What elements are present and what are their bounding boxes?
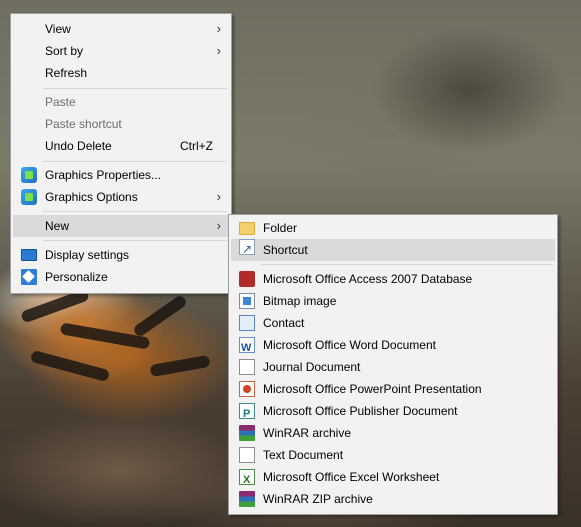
menu-separator bbox=[43, 240, 227, 241]
menu-item-label: WinRAR ZIP archive bbox=[263, 492, 373, 506]
winrar-zip-icon bbox=[239, 491, 255, 507]
menu-item-label: Paste bbox=[45, 95, 76, 109]
new-item-text-document[interactable]: Text Document bbox=[231, 444, 555, 466]
graphics-icon bbox=[21, 167, 37, 183]
menu-item-label: Refresh bbox=[45, 66, 88, 80]
publisher-icon bbox=[239, 403, 255, 425]
menu-item-label: WinRAR archive bbox=[263, 426, 352, 440]
menu-item-label: Display settings bbox=[45, 248, 130, 262]
menu-separator bbox=[43, 88, 227, 89]
menu-item-shortcut: Ctrl+Z bbox=[180, 139, 213, 153]
menu-separator bbox=[43, 161, 227, 162]
new-item-publisher-document[interactable]: Microsoft Office Publisher Document bbox=[231, 400, 555, 425]
access-icon bbox=[239, 271, 255, 287]
menu-item-label: Bitmap image bbox=[263, 294, 337, 308]
chevron-right-icon: › bbox=[216, 21, 221, 36]
menu-item-label: Shortcut bbox=[263, 243, 308, 257]
menu-item-label: Folder bbox=[263, 221, 298, 235]
graphics-icon bbox=[21, 189, 37, 205]
new-item-folder[interactable]: Folder bbox=[231, 217, 555, 239]
chevron-right-icon: › bbox=[216, 218, 221, 233]
wallpaper-stripe bbox=[149, 354, 211, 378]
menu-item-label: Paste shortcut bbox=[45, 117, 122, 131]
menu-item-label: Personalize bbox=[45, 270, 108, 284]
new-item-winrar-zip-archive[interactable]: WinRAR ZIP archive bbox=[231, 488, 555, 510]
word-icon bbox=[239, 337, 255, 359]
menu-item-personalize[interactable]: Personalize bbox=[13, 266, 229, 288]
menu-item-label: Microsoft Office Access 2007 Database bbox=[263, 272, 473, 286]
menu-item-sort-by[interactable]: Sort by › bbox=[13, 40, 229, 62]
bitmap-icon bbox=[239, 293, 255, 309]
new-item-journal-document[interactable]: Journal Document bbox=[231, 356, 555, 378]
menu-item-display-settings[interactable]: Display settings bbox=[13, 244, 229, 266]
menu-item-label: Text Document bbox=[263, 448, 344, 462]
menu-item-refresh[interactable]: Refresh bbox=[13, 62, 229, 84]
wallpaper-stripe bbox=[131, 293, 189, 339]
wallpaper-stripe bbox=[29, 349, 111, 383]
menu-item-view[interactable]: View › bbox=[13, 18, 229, 40]
menu-item-label: Graphics Options bbox=[45, 190, 138, 204]
personalize-icon bbox=[21, 269, 37, 285]
new-item-shortcut[interactable]: Shortcut bbox=[231, 238, 555, 261]
new-item-contact[interactable]: Contact bbox=[231, 312, 555, 334]
menu-separator bbox=[261, 264, 553, 265]
menu-item-label: Undo Delete bbox=[45, 139, 112, 153]
menu-item-label: Sort by bbox=[45, 44, 84, 58]
menu-item-label: Microsoft Office PowerPoint Presentation bbox=[263, 382, 482, 396]
menu-item-undo-delete[interactable]: Undo Delete Ctrl+Z bbox=[13, 135, 229, 157]
excel-icon bbox=[239, 469, 255, 491]
menu-item-label: Microsoft Office Excel Worksheet bbox=[263, 470, 440, 484]
menu-item-label: Journal Document bbox=[263, 360, 361, 374]
menu-item-paste: Paste bbox=[13, 91, 229, 113]
menu-item-paste-shortcut: Paste shortcut bbox=[13, 113, 229, 135]
menu-item-graphics-properties[interactable]: Graphics Properties... bbox=[13, 164, 229, 186]
new-item-bitmap-image[interactable]: Bitmap image bbox=[231, 290, 555, 312]
menu-item-graphics-options[interactable]: Graphics Options › bbox=[13, 186, 229, 208]
folder-icon bbox=[239, 222, 255, 235]
journal-icon bbox=[239, 359, 255, 375]
menu-separator bbox=[43, 211, 227, 212]
menu-item-label: Graphics Properties... bbox=[45, 168, 162, 182]
new-item-word-document[interactable]: Microsoft Office Word Document bbox=[231, 334, 555, 359]
chevron-right-icon: › bbox=[216, 189, 221, 204]
menu-item-label: Microsoft Office Word Document bbox=[263, 338, 436, 352]
shortcut-icon bbox=[239, 238, 255, 260]
new-submenu: Folder Shortcut Microsoft Office Access … bbox=[228, 214, 558, 515]
desktop-context-menu: View › Sort by › Refresh Paste Paste sho… bbox=[10, 13, 232, 294]
menu-item-label: New bbox=[45, 219, 70, 233]
new-item-powerpoint-presentation[interactable]: Microsoft Office PowerPoint Presentation bbox=[231, 378, 555, 400]
menu-item-new[interactable]: New › bbox=[13, 215, 229, 237]
display-icon bbox=[21, 249, 37, 261]
new-item-winrar-archive[interactable]: WinRAR archive bbox=[231, 422, 555, 444]
menu-item-label: Microsoft Office Publisher Document bbox=[263, 404, 458, 418]
chevron-right-icon: › bbox=[216, 43, 221, 58]
text-document-icon bbox=[239, 447, 255, 463]
new-item-access-database[interactable]: Microsoft Office Access 2007 Database bbox=[231, 268, 555, 290]
powerpoint-icon bbox=[239, 381, 255, 397]
contact-icon bbox=[239, 315, 255, 331]
menu-item-label: View bbox=[45, 22, 71, 36]
winrar-icon bbox=[239, 425, 255, 441]
menu-item-label: Contact bbox=[263, 316, 305, 330]
new-item-excel-worksheet[interactable]: Microsoft Office Excel Worksheet bbox=[231, 466, 555, 491]
